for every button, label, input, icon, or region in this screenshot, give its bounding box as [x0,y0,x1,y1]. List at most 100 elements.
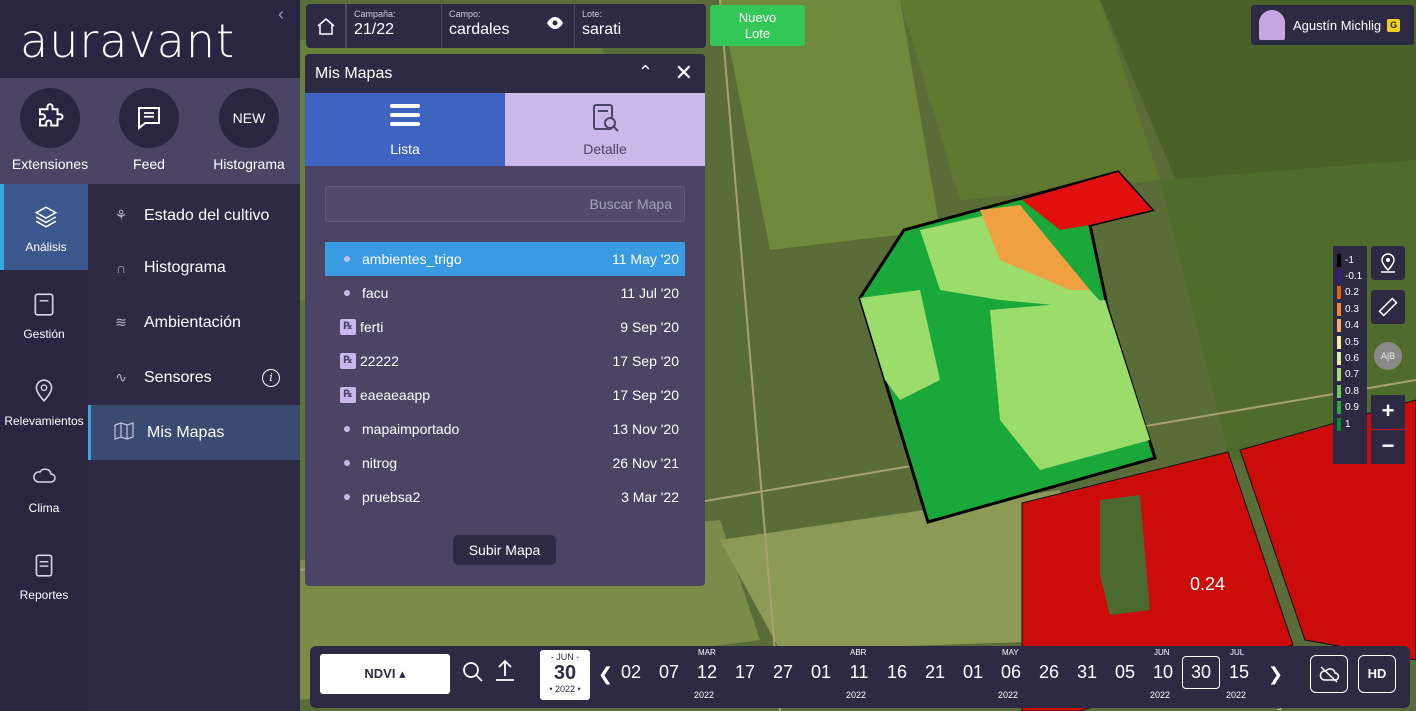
map-name: ambientes_trigo [362,251,462,267]
collapse-sidebar-icon[interactable]: ‹ [278,4,284,25]
timeline-date[interactable]: 15 [1220,662,1258,683]
puzzle-icon [20,88,80,148]
current-year: • 2022 • [549,684,581,694]
legend-label: 0.6 [1345,353,1359,365]
timeline-date[interactable]: 01 [954,662,992,683]
submenu-ambientacion[interactable]: ≋ Ambientación [88,295,300,350]
timeline-date[interactable]: 05 [1106,662,1144,683]
context-breadcrumb: Campaña: 21/22 Campo: cardales Lote: sar… [306,4,706,48]
rail-relevamientos[interactable]: Relevamientos [0,358,88,444]
chevron-right-icon[interactable]: ❯ [1268,664,1283,685]
new-lot-button[interactable]: Nuevo Lote [710,5,805,46]
chevron-left-icon[interactable]: ❮ [598,664,613,685]
legend-label: 0.7 [1345,369,1359,381]
timeline-date[interactable]: 07 [650,662,688,683]
legend-entry: 1 [1333,416,1367,432]
list-item[interactable]: ℞ eaeaeaapp 17 Sep '20 [325,378,685,412]
timeline-date[interactable]: 30 [1182,656,1220,689]
legend-entry: 0.9 [1333,400,1367,416]
campaign-value: 21/22 [354,21,395,38]
list-item[interactable]: ℞ ferti 9 Sep '20 [325,310,685,344]
submenu-histograma[interactable]: ∩ Histograma [88,240,300,295]
hd-toggle-button[interactable]: HD [1358,655,1396,693]
legend-label: 1 [1345,418,1351,430]
close-icon[interactable]: ✕ [675,60,693,86]
search-icon[interactable] [462,661,484,689]
report-icon [0,552,88,580]
timeline-date[interactable]: 02 [612,662,650,683]
timeline-date[interactable]: 06 [992,662,1030,683]
legend-swatch [1337,270,1341,284]
timeline-date[interactable]: 26 [1030,662,1068,683]
submenu-label: Sensores [144,368,212,386]
submenu-sensores[interactable]: ∿ Sensores i [88,350,300,405]
lot-selector[interactable]: Lote: sarati [574,4,706,48]
zoom-out-button[interactable]: − [1371,430,1405,464]
submenu-estado-cultivo[interactable]: ⚘ Estado del cultivo [88,188,300,243]
dot-icon [344,494,350,500]
tab-lista[interactable]: Lista [305,93,505,166]
quick-feed[interactable]: Feed [99,88,199,172]
list-item[interactable]: mapaimportado 13 Nov '20 [325,412,685,446]
legend-entry: 0.5 [1333,334,1367,350]
lot-value: sarati [582,21,622,38]
campaign-selector[interactable]: Campaña: 21/22 [346,4,438,48]
ruler-button[interactable] [1371,290,1405,324]
user-menu[interactable]: Agustín Michlig G [1251,5,1414,45]
zoom-in-button[interactable]: + [1371,395,1405,429]
upload-map-button[interactable]: Subir Mapa [453,535,556,565]
legend-label: -1 [1345,254,1354,266]
tab-label: Detalle [583,141,627,157]
index-label: NDVI [364,666,396,681]
ndvi-legend: -1 -0.1 0.2 0.3 0.4 0.5 0.6 0.7 0.8 0.9 1 [1333,246,1367,464]
list-item[interactable]: nitrog 26 Nov '21 [325,446,685,480]
legend-swatch [1337,253,1341,267]
timeline-date[interactable]: 10 [1144,662,1182,683]
brand-logo[interactable]: auravant [20,14,235,68]
index-selector[interactable]: NDVI ▴ [320,654,450,694]
timeline-date[interactable]: 01 [802,662,840,683]
field-value-label: 0.24 [1190,574,1226,594]
list-item[interactable]: ℞ 22222 17 Sep '20 [325,344,685,378]
list-item[interactable]: pruebsa2 3 Mar '22 [325,480,685,514]
cloud-icon [0,465,88,493]
quick-extensiones[interactable]: Extensiones [0,88,100,172]
submenu-mis-mapas[interactable]: Mis Mapas [88,405,300,460]
chevron-up-icon[interactable]: ⌃ [638,62,653,83]
current-month: - JUN - [550,652,580,662]
compare-ab-button[interactable]: A|B [1371,339,1405,373]
avatar [1259,10,1285,40]
cloud-off-button[interactable] [1310,655,1348,693]
tab-detalle[interactable]: Detalle [505,93,705,166]
timeline-date[interactable]: 16 [878,662,916,683]
timeline-date[interactable]: 11 [840,662,878,683]
quick-label: Histograma [213,156,285,172]
dot-icon [344,460,350,466]
quick-histograma[interactable]: NEW Histograma [199,88,299,172]
legend-label: 0.5 [1345,336,1359,348]
list-item[interactable]: ambientes_trigo 11 May '20 [325,242,685,276]
timeline-date[interactable]: 21 [916,662,954,683]
rail-label: Relevamientos [4,414,84,428]
search-map-input[interactable]: Buscar Mapa [325,186,685,222]
analysis-submenu: ⚘ Estado del cultivo ∩ Histograma ≋ Ambi… [88,184,300,711]
timeline-date[interactable]: 17 [726,662,764,683]
map-name: 22222 [360,353,399,369]
timeline-date[interactable]: 12 [688,662,726,683]
rail-reportes[interactable]: Reportes [0,532,88,618]
lot-label: Lote: [582,9,603,19]
info-icon[interactable]: i [262,368,280,387]
rail-gestion[interactable]: Gestión [0,271,88,357]
list-item[interactable]: facu 11 Jul '20 [325,276,685,310]
legend-label: 0.8 [1345,385,1359,397]
legend-swatch [1337,384,1341,398]
timeline-date[interactable]: 27 [764,662,802,683]
eye-icon[interactable] [546,16,564,35]
plan-badge: G [1387,18,1401,32]
rail-clima[interactable]: Clima [0,445,88,531]
rail-analisis[interactable]: Análisis [0,184,88,270]
map-pin-button[interactable] [1371,246,1405,280]
upload-icon[interactable] [494,658,516,688]
home-icon[interactable] [306,4,346,48]
timeline-date[interactable]: 31 [1068,662,1106,683]
